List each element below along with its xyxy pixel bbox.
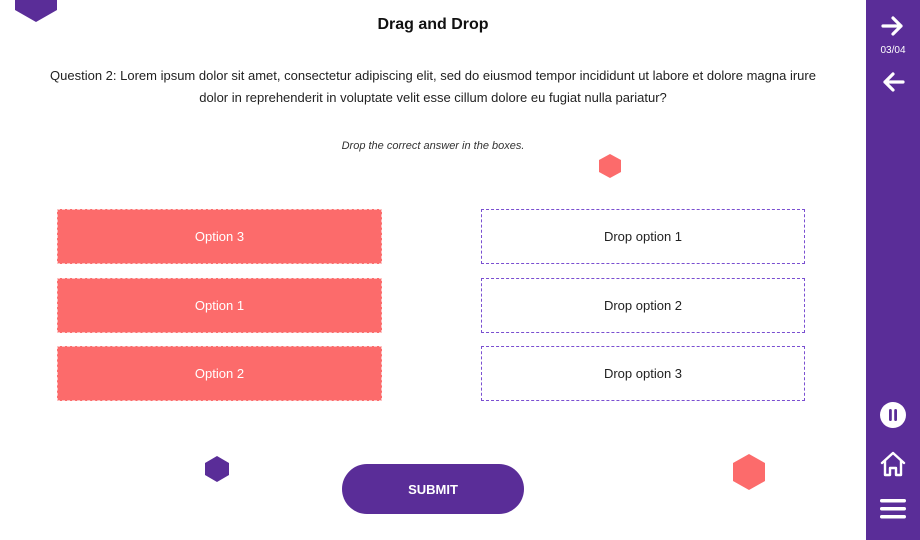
instruction-text: Drop the correct answer in the boxes. xyxy=(341,140,525,152)
draggable-option-1[interactable]: Option 3 xyxy=(57,209,382,264)
pause-icon xyxy=(880,402,906,428)
menu-button[interactable] xyxy=(866,496,920,522)
home-icon xyxy=(880,451,906,477)
arrow-right-icon xyxy=(881,16,903,36)
slide-counter: 03/04 xyxy=(880,45,906,56)
submit-button[interactable]: SUBMIT xyxy=(342,464,524,514)
decorative-hexagon-coral-large xyxy=(733,454,765,490)
decorative-hexagon-coral-small xyxy=(599,154,621,178)
question-text: Question 2: Lorem ipsum dolor sit amet, … xyxy=(50,68,816,105)
draggable-option-3[interactable]: Option 2 xyxy=(57,346,382,401)
page-title: Drag and Drop xyxy=(377,16,489,33)
menu-icon xyxy=(880,499,906,519)
previous-button[interactable] xyxy=(866,70,920,94)
home-button[interactable] xyxy=(866,450,920,478)
arrow-left-icon xyxy=(883,72,905,92)
drop-zone-3[interactable]: Drop option 3 xyxy=(481,346,805,401)
activity-area: Drag and Drop Question 2: Lorem ipsum do… xyxy=(0,0,866,540)
pause-button[interactable] xyxy=(866,401,920,429)
sidebar: 03/04 xyxy=(866,0,920,540)
drop-zone-1[interactable]: Drop option 1 xyxy=(481,209,805,264)
drop-zone-2[interactable]: Drop option 2 xyxy=(481,278,805,333)
next-button[interactable] xyxy=(866,14,920,38)
decorative-hexagon-purple-small xyxy=(205,456,229,482)
draggable-option-2[interactable]: Option 1 xyxy=(57,278,382,333)
